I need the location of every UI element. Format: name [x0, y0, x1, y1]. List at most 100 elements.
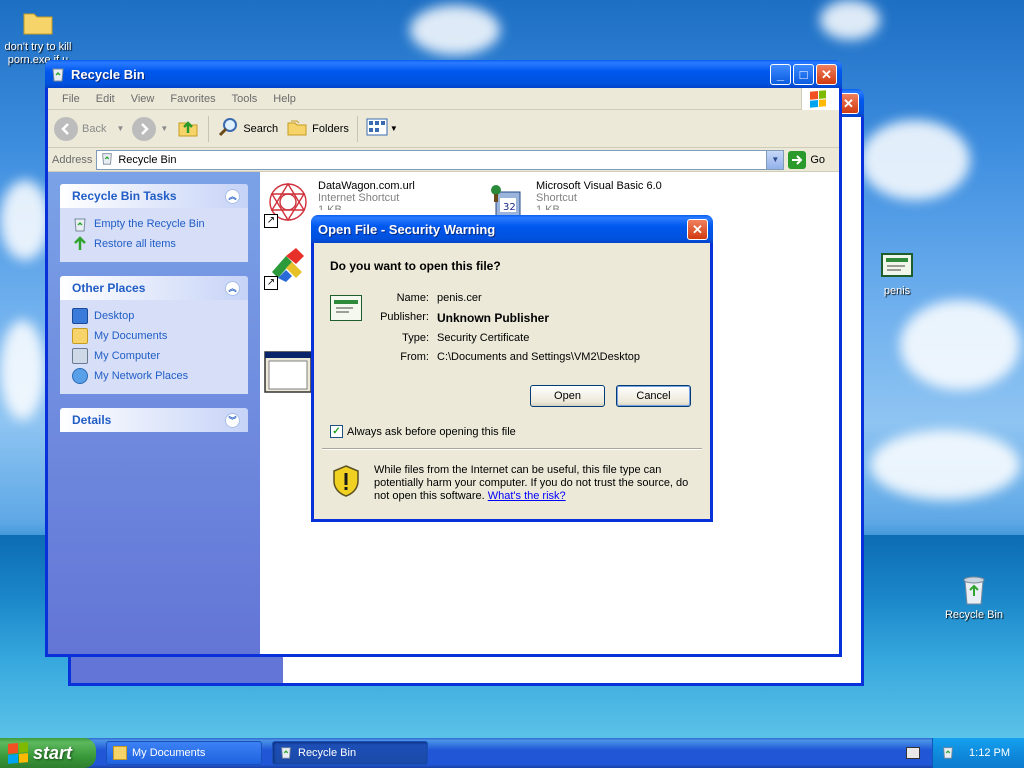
checkbox-label: Always ask before opening this file — [347, 425, 516, 438]
close-button[interactable]: ✕ — [687, 218, 708, 240]
details-panel: Details ︾ — [60, 408, 248, 432]
recycle-bin-tasks-header[interactable]: Recycle Bin Tasks ︽ — [60, 184, 248, 208]
windows-logo-icon — [801, 88, 839, 110]
empty-recycle-bin-link[interactable]: Empty the Recycle Bin — [72, 214, 238, 234]
menu-favorites[interactable]: Favorites — [162, 93, 223, 105]
clock[interactable]: 1:12 PM — [969, 747, 1010, 759]
certificate-icon — [881, 250, 913, 282]
place-my-network-places-link[interactable]: My Network Places — [72, 366, 238, 386]
file-size: 1 KB — [536, 204, 560, 210]
whats-the-risk-link[interactable]: What's the risk? — [488, 490, 566, 502]
menu-bar: File Edit View Favorites Tools Help — [48, 88, 839, 110]
folder-icon — [22, 6, 54, 38]
field-value: Security Certificate — [437, 332, 530, 344]
desktop-icon-label: Recycle Bin — [944, 609, 1004, 621]
file-item[interactable] — [264, 350, 318, 398]
views-button[interactable]: ▼ — [366, 117, 398, 140]
certificate-icon — [330, 295, 362, 321]
cloud — [410, 5, 500, 55]
forward-button[interactable]: ▼ — [132, 116, 168, 141]
recycle-bin-icon — [279, 745, 293, 762]
taskbar-button-my-documents[interactable]: My Documents — [106, 741, 262, 765]
file-item[interactable]: ↗ — [264, 242, 318, 290]
folders-button[interactable]: Folders — [286, 116, 349, 141]
network-places-icon — [72, 368, 88, 384]
keyboard-icon[interactable] — [906, 747, 920, 759]
chevron-up-icon[interactable]: ︽ — [225, 280, 240, 296]
my-documents-icon — [72, 328, 88, 344]
file-name-row: Name: penis.cer — [374, 292, 482, 304]
search-icon — [217, 116, 239, 141]
address-dropdown-button[interactable]: ▼ — [766, 150, 784, 169]
dialog-title: Open File - Security Warning — [318, 221, 496, 237]
file-type: Internet Shortcut — [318, 192, 400, 204]
go-label: Go — [810, 153, 825, 166]
application-icon: ↗ — [264, 242, 312, 290]
place-label: My Documents — [94, 330, 168, 342]
place-label: My Network Places — [94, 370, 189, 382]
cloud — [860, 120, 970, 200]
cloud — [820, 0, 880, 40]
recycle-bin-icon — [958, 574, 990, 606]
menu-view[interactable]: View — [123, 93, 163, 105]
maximize-button[interactable]: □ — [793, 63, 814, 85]
task-pane: Recycle Bin Tasks ︽ Empty the Recycle Bi… — [48, 172, 260, 654]
file-size: 1 KB — [318, 204, 342, 210]
address-value: Recycle Bin — [118, 153, 177, 166]
address-input[interactable]: Recycle Bin ▼ — [96, 149, 785, 170]
toolbar-separator — [208, 115, 210, 142]
details-header[interactable]: Details ︾ — [60, 408, 248, 432]
back-button[interactable]: Back ▼ — [54, 116, 124, 141]
field-key: Name: — [396, 292, 429, 304]
field-key: Type: — [402, 332, 429, 344]
back-label: Back — [82, 122, 107, 135]
place-my-computer-link[interactable]: My Computer — [72, 346, 238, 366]
publisher-row: Publisher: Unknown Publisher — [374, 311, 549, 325]
desktop-icon-folder[interactable]: don't try to kill porn.exe if u — [0, 6, 78, 67]
up-folder-button[interactable] — [176, 115, 200, 142]
always-ask-checkbox[interactable]: ✓ — [330, 425, 343, 438]
window-icon — [264, 350, 312, 398]
taskbar-button-label: My Documents — [132, 747, 206, 759]
other-places-header[interactable]: Other Places ︽ — [60, 276, 248, 300]
field-value: penis.cer — [437, 292, 482, 304]
menu-file[interactable]: File — [54, 93, 88, 105]
my-documents-icon — [113, 746, 127, 760]
security-warning-dialog[interactable]: Open File - Security Warning ✕ Do you wa… — [311, 215, 713, 522]
go-button[interactable]: Go — [788, 150, 825, 169]
taskbar-button-recycle-bin[interactable]: Recycle Bin — [272, 741, 428, 765]
svg-text:32: 32 — [503, 202, 516, 213]
minimize-button[interactable]: _ — [770, 63, 791, 85]
desktop-icon-penis[interactable]: penis — [857, 250, 937, 297]
dialog-titlebar[interactable]: Open File - Security Warning ✕ — [311, 215, 713, 243]
window-title: Recycle Bin — [71, 66, 145, 82]
other-places-panel: Other Places ︽ Desktop My Documents My C… — [60, 276, 248, 394]
tray-recycle-icon[interactable] — [941, 745, 955, 762]
start-button[interactable]: start — [0, 738, 96, 768]
place-my-documents-link[interactable]: My Documents — [72, 326, 238, 346]
restore-all-items-link[interactable]: Restore all items — [72, 234, 238, 254]
system-tray: 1:12 PM — [932, 738, 1024, 768]
panel-title: Other Places — [72, 281, 146, 295]
shortcut-arrow-icon: ↗ — [264, 214, 278, 228]
cloud — [900, 300, 1020, 390]
chevron-down-icon[interactable]: ︾ — [225, 412, 240, 428]
menu-edit[interactable]: Edit — [88, 93, 123, 105]
search-button[interactable]: Search — [217, 116, 278, 141]
close-button[interactable]: ✕ — [816, 63, 837, 85]
menu-help[interactable]: Help — [265, 93, 304, 105]
menu-tools[interactable]: Tools — [224, 93, 266, 105]
open-button[interactable]: Open — [530, 385, 605, 407]
warning-message: While files from the Internet can be use… — [374, 464, 704, 503]
search-label: Search — [243, 122, 279, 135]
desktop-icon-recycle-bin[interactable]: Recycle Bin — [934, 574, 1014, 621]
place-desktop-link[interactable]: Desktop — [72, 306, 238, 326]
cancel-button[interactable]: Cancel — [616, 385, 691, 407]
chevron-up-icon[interactable]: ︽ — [225, 188, 240, 204]
task-label: Empty the Recycle Bin — [94, 218, 205, 230]
explorer-titlebar[interactable]: Recycle Bin _ □ ✕ — [45, 60, 842, 88]
folders-label: Folders — [312, 122, 349, 135]
always-ask-checkbox-row[interactable]: ✓ Always ask before opening this file — [330, 425, 516, 438]
file-type: Shortcut — [536, 192, 577, 204]
from-row: From: C:\Documents and Settings\VM2\Desk… — [374, 351, 640, 363]
